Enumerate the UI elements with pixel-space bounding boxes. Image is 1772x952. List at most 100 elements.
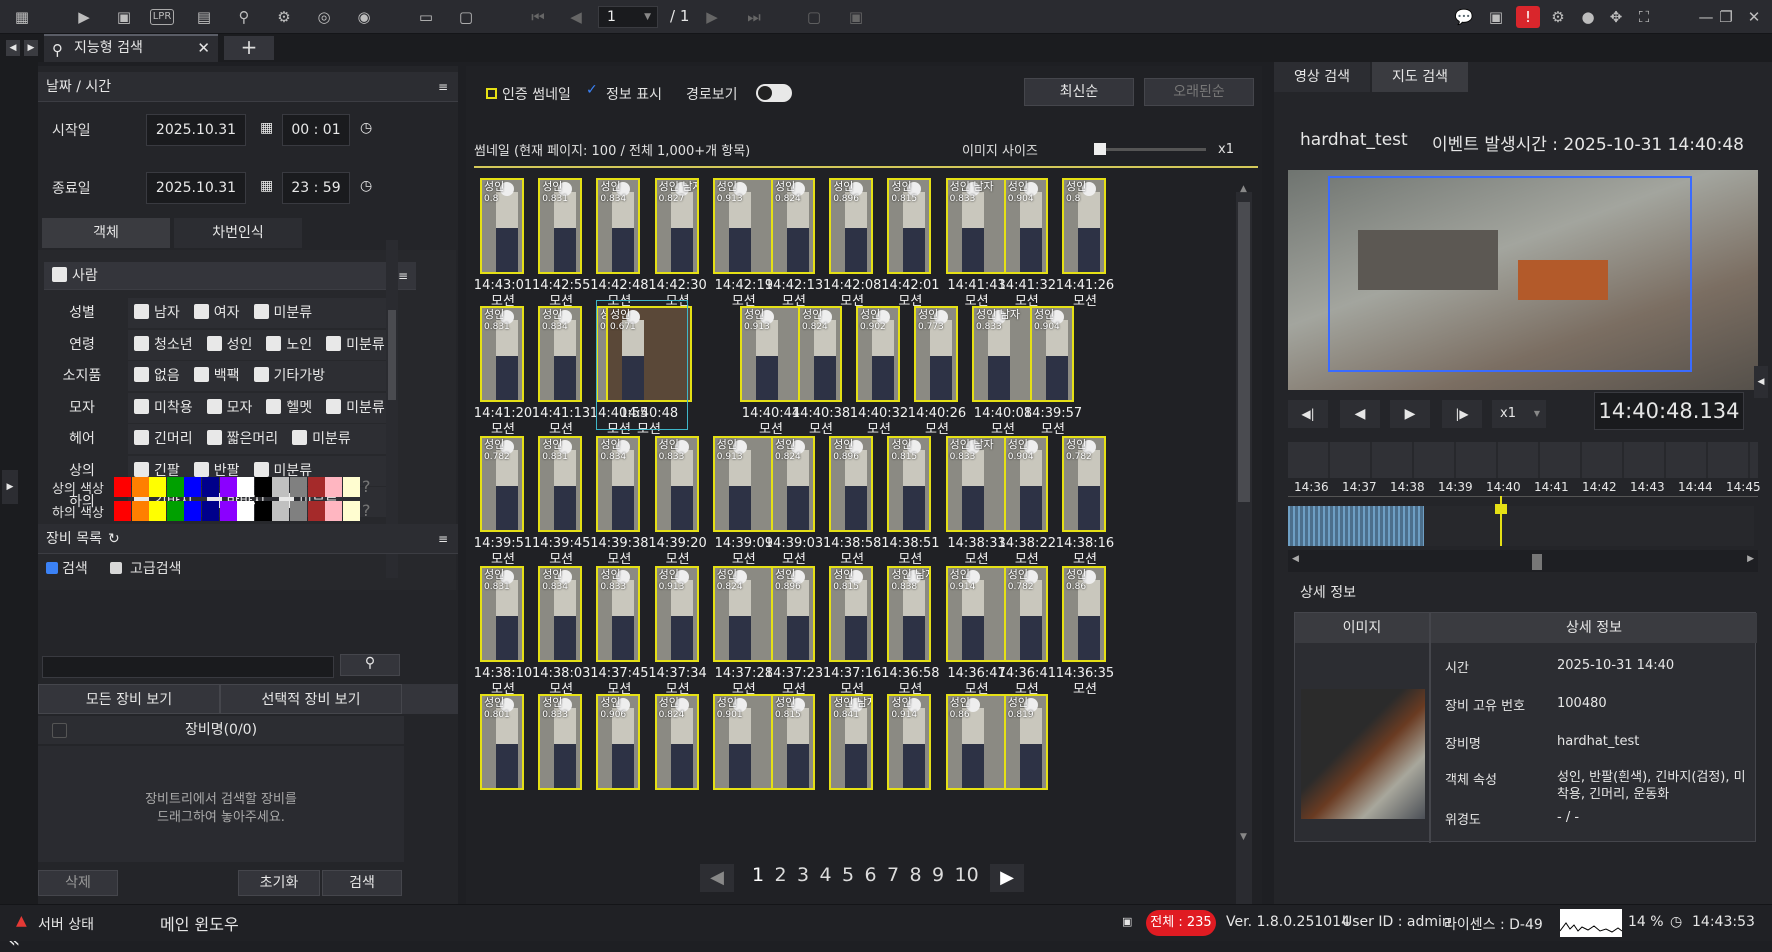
page-number[interactable]: 7	[887, 864, 899, 886]
thumbnail[interactable]: 성인 0.834	[538, 306, 582, 402]
tab-video-search[interactable]: 영상 검색	[1274, 62, 1370, 92]
person-checkbox[interactable]	[52, 267, 67, 282]
start-time-input[interactable]: 00 : 01	[282, 114, 350, 146]
thumbnail[interactable]: 성인 0.901	[712, 694, 775, 790]
color-swatch[interactable]	[325, 501, 343, 521]
page-number[interactable]: 9	[932, 864, 944, 886]
option-checkbox[interactable]	[134, 398, 149, 414]
thumbnail[interactable]: 성인 0.86	[945, 694, 1008, 790]
thumbnail[interactable]: 성인 0.904	[1030, 306, 1074, 402]
color-swatch[interactable]	[290, 501, 307, 521]
fullscreen-icon[interactable]: ⛶	[1632, 6, 1656, 28]
tab-map-search[interactable]: 지도 검색	[1372, 62, 1468, 92]
clock-icon[interactable]: ◷	[360, 178, 372, 194]
device-search-button[interactable]: ⚲	[340, 654, 400, 676]
first-page-icon[interactable]: ⏮	[526, 6, 550, 28]
color-swatch[interactable]	[149, 501, 167, 521]
monitor-icon[interactable]: ▢	[802, 6, 826, 28]
attribute-option[interactable]: 백팩	[193, 367, 240, 384]
thumbnail[interactable]: 성인 남자0.827	[654, 178, 699, 274]
color-swatch[interactable]	[131, 477, 149, 497]
option-checkbox[interactable]	[193, 304, 209, 319]
scroll-up-icon[interactable]: ▲	[1240, 184, 1247, 194]
color-swatch[interactable]	[149, 477, 167, 497]
thumbnail[interactable]: 성인 0.8	[1062, 178, 1106, 274]
grid-menu-icon[interactable]: ▦	[10, 6, 34, 28]
option-checkbox[interactable]	[134, 304, 149, 319]
tab-plate-recognition[interactable]: 차번인식	[174, 218, 302, 248]
vehicle-search-icon[interactable]: ◉	[352, 6, 376, 28]
selected-devices-tab[interactable]: 선택적 장비 보기	[220, 684, 402, 714]
option-checkbox[interactable]	[134, 461, 149, 477]
attribute-option[interactable]: 청소년	[134, 335, 193, 353]
speed-select[interactable]: x1 ▼	[1492, 400, 1546, 428]
option-checkbox[interactable]	[326, 335, 342, 351]
option-checkbox[interactable]	[206, 430, 222, 445]
thumbnail[interactable]: 성인 0.913	[654, 566, 699, 662]
playhead[interactable]	[1495, 496, 1507, 546]
person-search-icon[interactable]: ⚲	[232, 6, 256, 28]
thumbnail[interactable]: 성인 0.904	[1003, 436, 1048, 532]
attribute-option[interactable]: 없음	[134, 367, 180, 384]
attribute-option[interactable]: 긴머리	[134, 430, 193, 447]
page-number[interactable]: 3	[797, 864, 809, 886]
color-swatch[interactable]	[131, 501, 149, 521]
option-checkbox[interactable]	[326, 398, 342, 414]
color-swatch[interactable]	[290, 477, 307, 497]
image-size-slider[interactable]	[1094, 143, 1206, 155]
expand-left-icon[interactable]: ▶	[2, 470, 18, 504]
option-checkbox[interactable]	[266, 335, 282, 351]
thumbnail[interactable]: 성인 0.906	[596, 694, 641, 790]
page-number[interactable]: 1	[752, 864, 764, 886]
option-checkbox[interactable]	[292, 430, 308, 445]
thumbnail[interactable]: 성인 0.904	[1003, 178, 1048, 274]
calendar-icon[interactable]: ▦	[260, 120, 273, 136]
oldest-button[interactable]: 오래된순	[1144, 78, 1254, 106]
option-checkbox[interactable]	[134, 367, 149, 382]
reverse-play-icon[interactable]: ◀	[1340, 400, 1380, 428]
color-swatch[interactable]	[237, 501, 255, 521]
thumbnail[interactable]: 성인 0.833	[538, 694, 583, 790]
thumbnail[interactable]: 성인 0.831	[538, 436, 583, 532]
page-number[interactable]: 8	[910, 864, 922, 886]
color-swatch[interactable]	[166, 501, 184, 521]
thumbnail[interactable]: 성인 0.801	[480, 694, 524, 790]
attribute-option[interactable]: 미분류	[326, 398, 385, 416]
thumbnail[interactable]: 성인 남자 0.833	[945, 178, 1008, 274]
option-checkbox[interactable]	[253, 367, 269, 382]
thumbnail[interactable]: 성인 0.896	[771, 566, 815, 662]
thumbnail[interactable]: 성인 0.834	[596, 178, 641, 274]
thumbnail[interactable]: 성인 0.914	[887, 694, 932, 790]
restore-icon[interactable]: ❐	[1714, 6, 1738, 28]
auth-thumbnail-checkbox[interactable]	[486, 88, 497, 99]
grid-scrollbar[interactable]	[1236, 192, 1252, 922]
close-icon[interactable]: ✕	[1742, 6, 1766, 28]
all-devices-tab[interactable]: 모든 장비 보기	[38, 684, 220, 714]
attribute-option[interactable]: 여자	[193, 304, 240, 321]
color-swatch[interactable]	[114, 477, 131, 497]
option-checkbox[interactable]	[266, 398, 282, 414]
thumbnail[interactable]: 성인 0.896	[829, 178, 874, 274]
user-icon[interactable]: ●	[1576, 6, 1600, 28]
timeline-scroll-thumb[interactable]	[1532, 554, 1542, 570]
delete-button[interactable]: 삭제	[38, 870, 118, 896]
clock-icon[interactable]: ◷	[360, 120, 372, 136]
route-toggle[interactable]	[756, 84, 792, 102]
thumbnail[interactable]: 성인 0.914	[945, 566, 1008, 662]
color-swatch[interactable]	[184, 501, 202, 521]
play-icon[interactable]: ▶	[1390, 400, 1430, 428]
thumbnail[interactable]: 성인 0.815	[887, 436, 932, 532]
option-checkbox[interactable]	[253, 304, 269, 319]
prev-page-button[interactable]: ◀	[700, 864, 734, 892]
color-swatch[interactable]	[202, 477, 219, 497]
refresh-icon[interactable]: ↻	[108, 531, 120, 547]
thumbnail[interactable]: 성인 0.782	[1003, 566, 1048, 662]
thumbnail[interactable]: 성인 0.819	[1003, 694, 1048, 790]
menu-icon[interactable]: ≡	[398, 262, 408, 290]
color-swatch[interactable]	[166, 477, 184, 497]
thumbnail[interactable]: 성인 0.913	[712, 178, 775, 274]
color-swatch[interactable]	[237, 477, 255, 497]
color-swatch[interactable]	[307, 477, 325, 497]
tab-scroll-right-icon[interactable]: ▶	[24, 40, 38, 56]
bike-icon[interactable]: ⚙	[272, 6, 296, 28]
